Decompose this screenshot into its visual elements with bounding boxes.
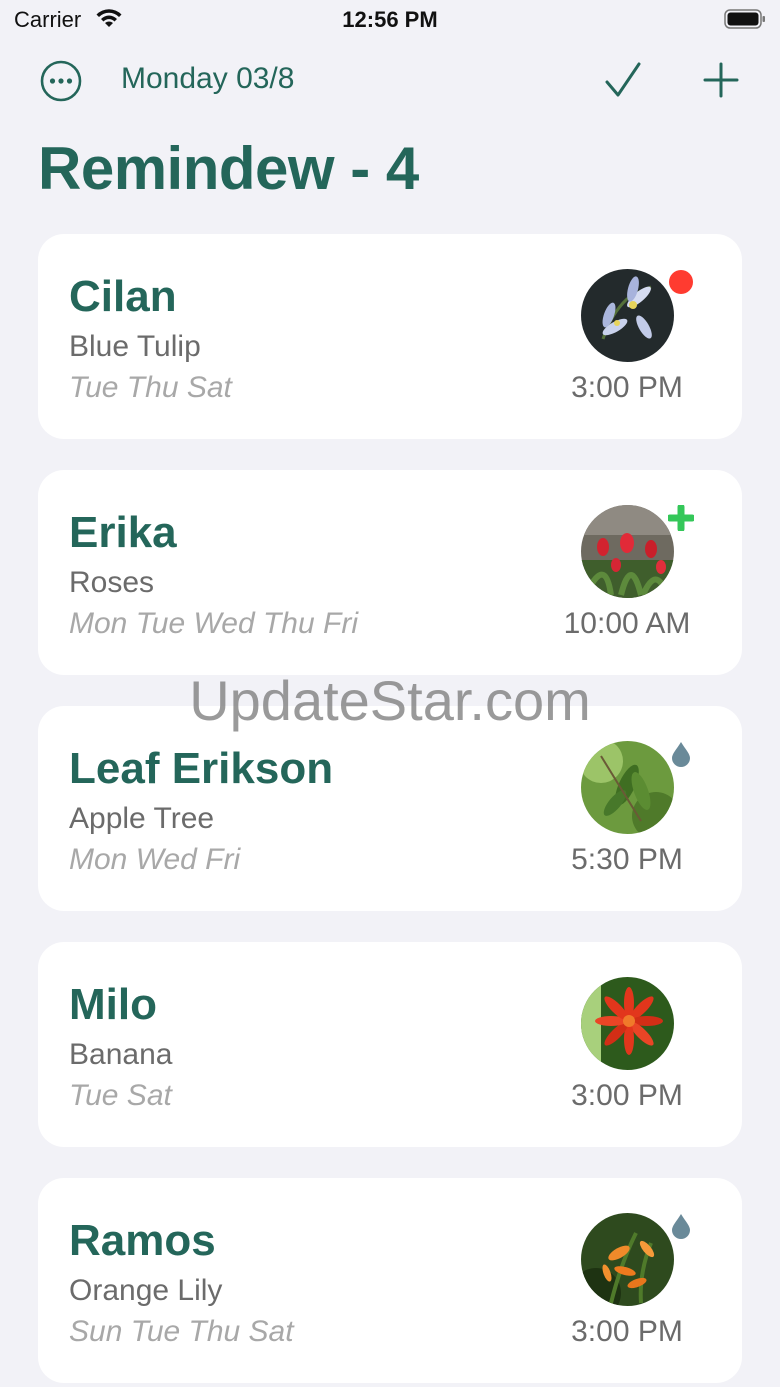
schedule-days: Tue Thu Sat bbox=[69, 371, 232, 404]
plant-name: Apple Tree bbox=[69, 802, 215, 835]
reminder-time: 5:30 PM bbox=[571, 843, 683, 876]
green-plus-icon bbox=[668, 505, 694, 531]
plant-name: Roses bbox=[69, 566, 155, 599]
reminder-card-erika[interactable]: Erika Roses Mon Tue Wed Thu Fri 10:00 AM bbox=[38, 470, 742, 675]
reminder-name: Milo bbox=[69, 980, 157, 1029]
reminder-name: Cilan bbox=[69, 272, 177, 321]
schedule-days: Sun Tue Thu Sat bbox=[69, 1315, 294, 1348]
reminder-time: 3:00 PM bbox=[571, 1079, 683, 1112]
page-title: Remindew - 4 bbox=[38, 135, 419, 202]
plant-photo bbox=[581, 977, 674, 1070]
status-time: 12:56 PM bbox=[342, 7, 438, 32]
reminder-name: Erika bbox=[69, 508, 177, 557]
plant-name: Blue Tulip bbox=[69, 330, 201, 363]
plant-name: Orange Lily bbox=[69, 1274, 223, 1307]
reminder-card-cilan[interactable]: Cilan Blue Tulip Tue Thu Sat 3:00 PM bbox=[38, 234, 742, 439]
water-drop-icon bbox=[672, 1214, 690, 1239]
plant-photo bbox=[581, 741, 674, 834]
reminder-card-milo[interactable]: Milo Banana Tue Sat 3:00 PM bbox=[38, 942, 742, 1147]
reminder-name: Ramos bbox=[69, 1216, 216, 1265]
plant-name: Banana bbox=[69, 1038, 173, 1071]
reminder-card-leaf-erikson[interactable]: Leaf Erikson Apple Tree Mon Wed Fri 5:30… bbox=[38, 706, 742, 911]
reminder-time: 3:00 PM bbox=[571, 1315, 683, 1348]
current-date: Monday 03/8 bbox=[121, 62, 295, 95]
red-dot-icon bbox=[669, 270, 693, 294]
plant-photo bbox=[581, 505, 674, 598]
plant-photo bbox=[581, 269, 674, 362]
schedule-days: Mon Wed Fri bbox=[69, 843, 241, 876]
reminder-list: Cilan Blue Tulip Tue Thu Sat 3:00 PM Eri… bbox=[38, 234, 742, 1387]
status-bar: Carrier 12:56 PM bbox=[0, 0, 780, 40]
reminder-card-ramos[interactable]: Ramos Orange Lily Sun Tue Thu Sat 3:00 P… bbox=[38, 1178, 742, 1383]
plant-photo bbox=[581, 1213, 674, 1306]
nav-bar: Monday 03/8 bbox=[0, 50, 780, 112]
schedule-days: Mon Tue Wed Thu Fri bbox=[69, 607, 358, 640]
water-drop-icon bbox=[672, 742, 690, 767]
schedule-days: Tue Sat bbox=[69, 1079, 172, 1112]
reminder-time: 10:00 AM bbox=[563, 607, 691, 640]
reminder-name: Leaf Erikson bbox=[69, 744, 334, 793]
more-options-icon[interactable] bbox=[39, 59, 83, 103]
checkmark-icon[interactable] bbox=[603, 60, 643, 100]
reminder-time: 3:00 PM bbox=[571, 371, 683, 404]
plus-icon[interactable] bbox=[701, 60, 741, 100]
battery-icon bbox=[724, 9, 765, 29]
